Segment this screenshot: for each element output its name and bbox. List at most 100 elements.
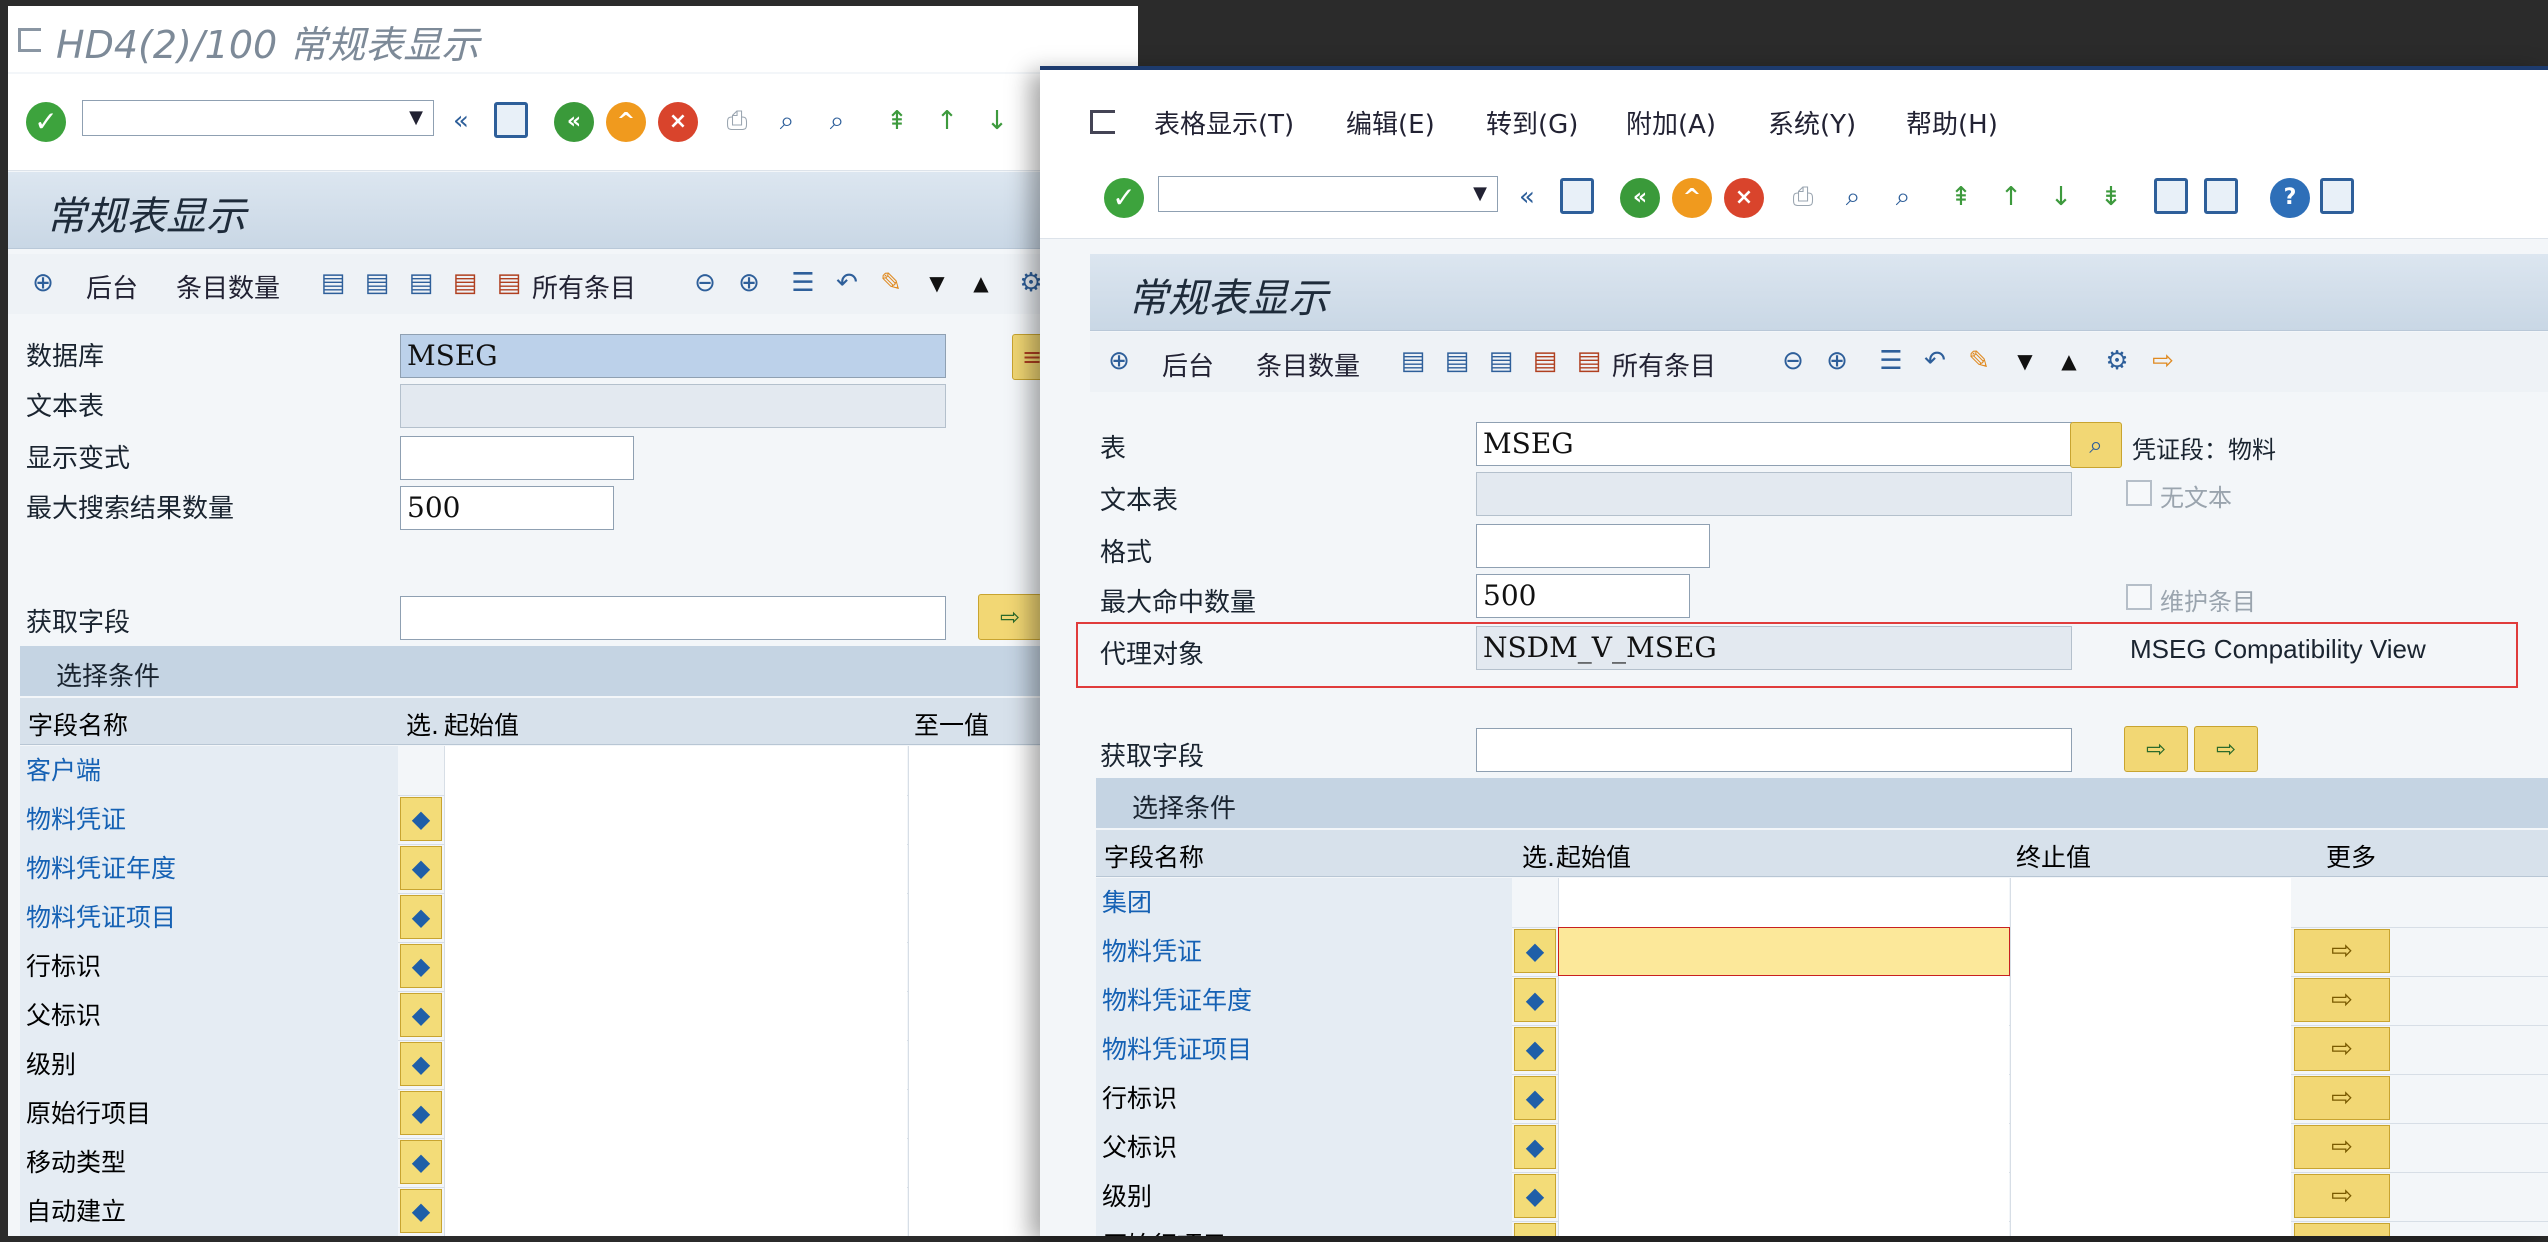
selection-options-icon[interactable]: ◆ xyxy=(1514,1223,1556,1236)
more-selection-button[interactable]: ⇨ xyxy=(2294,1223,2390,1236)
undo-icon[interactable]: ↶ xyxy=(1918,344,1952,378)
exit-icon[interactable]: ^ xyxy=(1672,178,1712,218)
more-selection-button[interactable]: ⇨ xyxy=(2294,929,2390,973)
entry-count-button[interactable]: 条目数量 xyxy=(1256,346,1360,383)
from-value-input[interactable] xyxy=(444,795,907,844)
back-icon[interactable]: « xyxy=(1620,178,1660,218)
from-value-input[interactable] xyxy=(1558,927,2010,976)
get-fields-input[interactable] xyxy=(1476,728,2072,772)
triangle-down-icon[interactable]: ▼ xyxy=(920,266,954,300)
background-button[interactable]: 后台 xyxy=(86,268,138,305)
table-lookup-button[interactable]: ⌕ xyxy=(2070,422,2122,468)
to-value-input[interactable] xyxy=(2010,1221,2291,1236)
background-button[interactable]: 后台 xyxy=(1162,346,1214,383)
selection-options-icon[interactable]: ◆ xyxy=(400,895,442,939)
get-fields-input[interactable] xyxy=(400,596,946,640)
from-value-input[interactable] xyxy=(1558,1172,2009,1221)
to-value-input[interactable] xyxy=(2010,1123,2291,1172)
from-value-input[interactable] xyxy=(1558,1123,2009,1172)
zoom-in-icon[interactable]: ⊕ xyxy=(1820,344,1854,378)
print-icon[interactable]: ⎙ xyxy=(720,104,754,138)
field-name-cell[interactable]: 集团 xyxy=(1096,878,1512,927)
field-name-cell[interactable]: 物料凭证年度 xyxy=(1096,976,1512,1025)
exit-icon[interactable]: ^ xyxy=(606,102,646,142)
field-name-cell[interactable]: 物料凭证 xyxy=(1096,927,1512,976)
field-name-cell[interactable]: 物料凭证项目 xyxy=(20,893,398,942)
command-field[interactable]: ▼ xyxy=(1158,176,1498,212)
menu-help[interactable]: 帮助(H) xyxy=(1906,104,1998,141)
get-fields-button[interactable]: ⇨ xyxy=(2124,726,2188,772)
print-icon[interactable]: ⎙ xyxy=(1786,180,1820,214)
zoom-out-icon[interactable]: ⊖ xyxy=(1776,344,1810,378)
zoom-in-icon[interactable]: ⊕ xyxy=(732,266,766,300)
enter-check-icon[interactable]: ✓ xyxy=(26,102,66,142)
tree-icon[interactable]: ☰ xyxy=(1874,344,1908,378)
prev-page-icon[interactable]: ↑ xyxy=(930,104,964,138)
more-selection-button[interactable]: ⇨ xyxy=(2294,1076,2390,1120)
max-hits-input[interactable]: 500 xyxy=(400,486,614,530)
collapse-icon[interactable]: « xyxy=(1510,180,1544,214)
all-entries-icon[interactable]: ▤ xyxy=(492,266,526,300)
eraser-icon[interactable]: ✎ xyxy=(1962,344,1996,378)
from-value-input[interactable] xyxy=(1558,1221,2009,1236)
selection-options-icon[interactable]: ◆ xyxy=(400,1042,442,1086)
from-value-input[interactable] xyxy=(444,991,907,1040)
shortcut-icon[interactable] xyxy=(2204,178,2238,214)
menu-table-display[interactable]: 表格显示(T) xyxy=(1154,104,1294,141)
selection-options-icon[interactable]: ◆ xyxy=(400,846,442,890)
menu-extras[interactable]: 附加(A) xyxy=(1626,104,1716,141)
save-icon[interactable] xyxy=(1560,178,1594,214)
triangle-up-icon[interactable]: ▲ xyxy=(964,266,998,300)
from-value-input[interactable] xyxy=(444,1089,907,1138)
command-field[interactable]: ▼ xyxy=(82,100,434,136)
database-input[interactable]: MSEG xyxy=(400,334,946,378)
menu-edit[interactable]: 编辑(E) xyxy=(1346,104,1435,141)
field-name-cell[interactable]: 物料凭证年度 xyxy=(20,844,398,893)
cancel-icon[interactable]: × xyxy=(658,102,698,142)
from-value-input[interactable] xyxy=(444,1187,907,1236)
from-value-input[interactable] xyxy=(1558,1074,2009,1123)
max-hits-input[interactable]: 500 xyxy=(1476,574,1690,618)
list-icon-2[interactable]: ▤ xyxy=(1440,344,1474,378)
back-icon[interactable]: « xyxy=(554,102,594,142)
display-variant-input[interactable] xyxy=(400,436,634,480)
to-value-input[interactable] xyxy=(2010,1025,2291,1074)
all-entries-button[interactable]: 所有条目 xyxy=(1612,346,1716,383)
settings-icon[interactable]: ⚙ xyxy=(2100,344,2134,378)
menu-system[interactable]: 系统(Y) xyxy=(1768,104,1856,141)
more-selection-button[interactable]: ⇨ xyxy=(2294,978,2390,1022)
selection-options-icon[interactable]: ◆ xyxy=(400,1189,442,1233)
help-icon[interactable]: ? xyxy=(2270,178,2310,218)
from-value-input[interactable] xyxy=(1558,1025,2009,1074)
selection-options-icon[interactable]: ◆ xyxy=(400,1140,442,1184)
cancel-icon[interactable]: × xyxy=(1724,178,1764,218)
field-name-cell[interactable]: 物料凭证项目 xyxy=(1096,1025,1512,1074)
tree-icon[interactable]: ☰ xyxy=(786,266,820,300)
new-session-icon[interactable] xyxy=(2154,178,2188,214)
first-page-icon[interactable]: ⇞ xyxy=(1944,180,1978,214)
field-name-cell[interactable]: 物料凭证 xyxy=(20,795,398,844)
from-value-input[interactable] xyxy=(1558,976,2009,1025)
customize-layout-icon[interactable] xyxy=(2320,178,2354,214)
list-icon-3[interactable]: ▤ xyxy=(404,266,438,300)
find-icon[interactable]: ⌕ xyxy=(770,104,804,138)
more-selection-button[interactable]: ⇨ xyxy=(2294,1027,2390,1071)
first-page-icon[interactable]: ⇞ xyxy=(880,104,914,138)
chevron-down-icon[interactable]: ▼ xyxy=(409,107,423,128)
prev-page-icon[interactable]: ↑ xyxy=(1994,180,2028,214)
next-page-icon[interactable]: ↓ xyxy=(2044,180,2078,214)
menu-goto[interactable]: 转到(G) xyxy=(1486,104,1578,141)
to-value-input[interactable] xyxy=(2010,976,2291,1025)
from-value-input[interactable] xyxy=(444,893,907,942)
list-icon-1[interactable]: ▤ xyxy=(1396,344,1430,378)
from-value-input[interactable] xyxy=(444,844,907,893)
chevron-down-icon[interactable]: ▼ xyxy=(1473,183,1487,204)
selection-options-icon[interactable]: ◆ xyxy=(400,1091,442,1135)
list-icon-2[interactable]: ▤ xyxy=(360,266,394,300)
selection-options-icon[interactable]: ◆ xyxy=(1514,1027,1556,1071)
field-name-cell[interactable]: 客户端 xyxy=(20,746,398,795)
selection-options-icon[interactable]: ◆ xyxy=(1514,1174,1556,1218)
collapse-icon[interactable]: « xyxy=(444,104,478,138)
to-value-input[interactable] xyxy=(2010,1172,2291,1221)
get-fields-all-button[interactable]: ⇨ xyxy=(2194,726,2258,772)
